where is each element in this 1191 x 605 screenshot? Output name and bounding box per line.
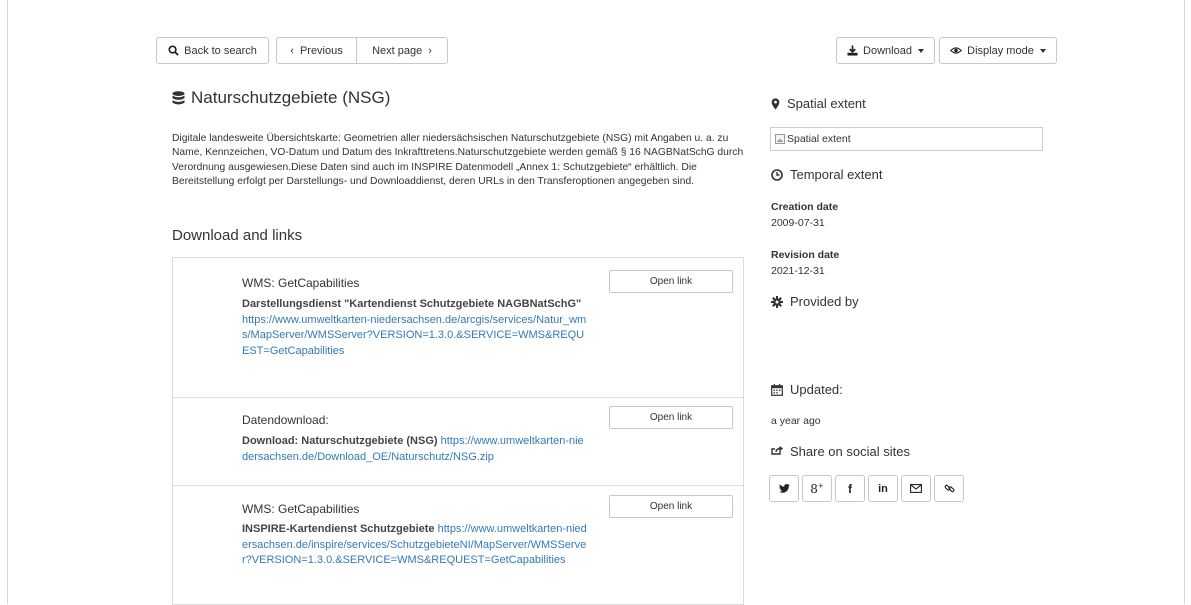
list-item: WMS: GetCapabilities Open link Darstellu…	[173, 258, 743, 397]
calendar-icon	[771, 383, 783, 396]
next-page-button[interactable]: Next page ›	[357, 37, 448, 64]
provided-by-heading: Provided by	[771, 294, 859, 309]
share-email-button[interactable]	[901, 475, 931, 502]
open-link-button[interactable]: Open link	[609, 406, 733, 429]
spatial-extent-image: Spatial extent	[770, 127, 1043, 151]
temporal-extent-heading: Temporal extent	[771, 167, 883, 182]
link-name: Darstellungsdienst "Kartendienst Schutzg…	[242, 298, 582, 310]
open-link-button[interactable]: Open link	[609, 495, 733, 518]
creation-date-label: Creation date	[771, 201, 839, 213]
back-to-search-label: Back to search	[184, 44, 257, 57]
download-icon	[847, 45, 858, 56]
link-name: INSPIRE-Kartendienst Schutzgebiete	[242, 523, 435, 535]
record-description: Digitale landesweite Übersichtskarte: Ge…	[172, 133, 744, 187]
share-heading: Share on social sites	[771, 444, 910, 459]
link-url[interactable]: https://www.umweltkarten-niedersachsen.d…	[242, 314, 586, 357]
updated-heading: Updated:	[771, 382, 843, 397]
email-icon	[910, 484, 922, 493]
links-list: WMS: GetCapabilities Open link Darstellu…	[172, 257, 744, 605]
download-label: Download	[863, 44, 912, 57]
facebook-icon: f	[848, 481, 852, 496]
list-item: Datendownload: Open link Download: Natur…	[173, 397, 743, 485]
link-type: Datendownload:	[242, 413, 329, 427]
spatial-extent-heading: Spatial extent	[771, 96, 866, 111]
back-to-search-button[interactable]: Back to search	[156, 37, 269, 64]
next-page-label: Next page	[372, 44, 423, 57]
google-plus-icon: 8+	[810, 481, 824, 496]
database-icon	[172, 90, 185, 104]
search-icon	[168, 45, 179, 56]
map-marker-icon	[771, 97, 780, 110]
page-title: Naturschutzgebiete (NSG)	[172, 88, 390, 108]
social-share-buttons: 8+ f in	[769, 475, 964, 502]
previous-button[interactable]: ‹ Previous	[276, 37, 357, 64]
download-and-links-heading: Download and links	[172, 227, 303, 244]
download-dropdown-button[interactable]: Download	[836, 37, 935, 64]
link-description: Download: Naturschutzgebiete (NSG) https…	[242, 434, 587, 465]
temporal-extent-label: Temporal extent	[790, 167, 883, 182]
twitter-icon	[778, 484, 790, 493]
spatial-extent-label: Spatial extent	[787, 96, 866, 111]
display-mode-dropdown-button[interactable]: Display mode	[939, 37, 1057, 64]
pager: ‹ Previous Next page ›	[276, 37, 448, 64]
gear-icon	[771, 295, 783, 308]
chevron-right-icon: ›	[428, 44, 432, 57]
chevron-left-icon: ‹	[290, 44, 294, 57]
display-mode-label: Display mode	[967, 44, 1034, 57]
revision-date-value: 2021-12-31	[771, 265, 825, 277]
link-name: Download: Naturschutzgebiete (NSG)	[242, 435, 438, 447]
provided-by-label: Provided by	[790, 294, 859, 309]
caret-down-icon	[917, 48, 924, 53]
share-label: Share on social sites	[790, 444, 910, 459]
right-border	[1184, 0, 1185, 604]
eye-icon	[950, 47, 963, 54]
revision-date-label: Revision date	[771, 249, 840, 261]
permalink-icon	[944, 484, 954, 493]
link-type: WMS: GetCapabilities	[242, 276, 360, 290]
record-title: Naturschutzgebiete (NSG)	[191, 88, 391, 107]
share-linkedin-button[interactable]: in	[868, 475, 898, 502]
left-border	[7, 0, 8, 604]
creation-date-value: 2009-07-31	[771, 217, 825, 229]
broken-image-icon	[775, 134, 785, 144]
permalink-button[interactable]	[934, 475, 964, 502]
open-link-button[interactable]: Open link	[609, 270, 733, 293]
link-description: INSPIRE-Kartendienst Schutzgebiete https…	[242, 522, 587, 569]
updated-value: a year ago	[771, 415, 821, 427]
updated-label: Updated:	[790, 382, 843, 397]
share-twitter-button[interactable]	[769, 475, 799, 502]
clock-icon	[771, 168, 783, 181]
share-facebook-button[interactable]: f	[835, 475, 865, 502]
list-item: WMS: GetCapabilities Open link INSPIRE-K…	[173, 485, 743, 604]
previous-label: Previous	[299, 44, 343, 57]
link-type: WMS: GetCapabilities	[242, 502, 360, 516]
link-description: Darstellungsdienst "Kartendienst Schutzg…	[242, 297, 587, 360]
share-icon	[771, 445, 783, 455]
spatial-extent-alt: Spatial extent	[787, 133, 851, 145]
share-google-plus-button[interactable]: 8+	[802, 475, 832, 502]
caret-down-icon	[1039, 48, 1046, 53]
linkedin-icon: in	[878, 482, 888, 495]
